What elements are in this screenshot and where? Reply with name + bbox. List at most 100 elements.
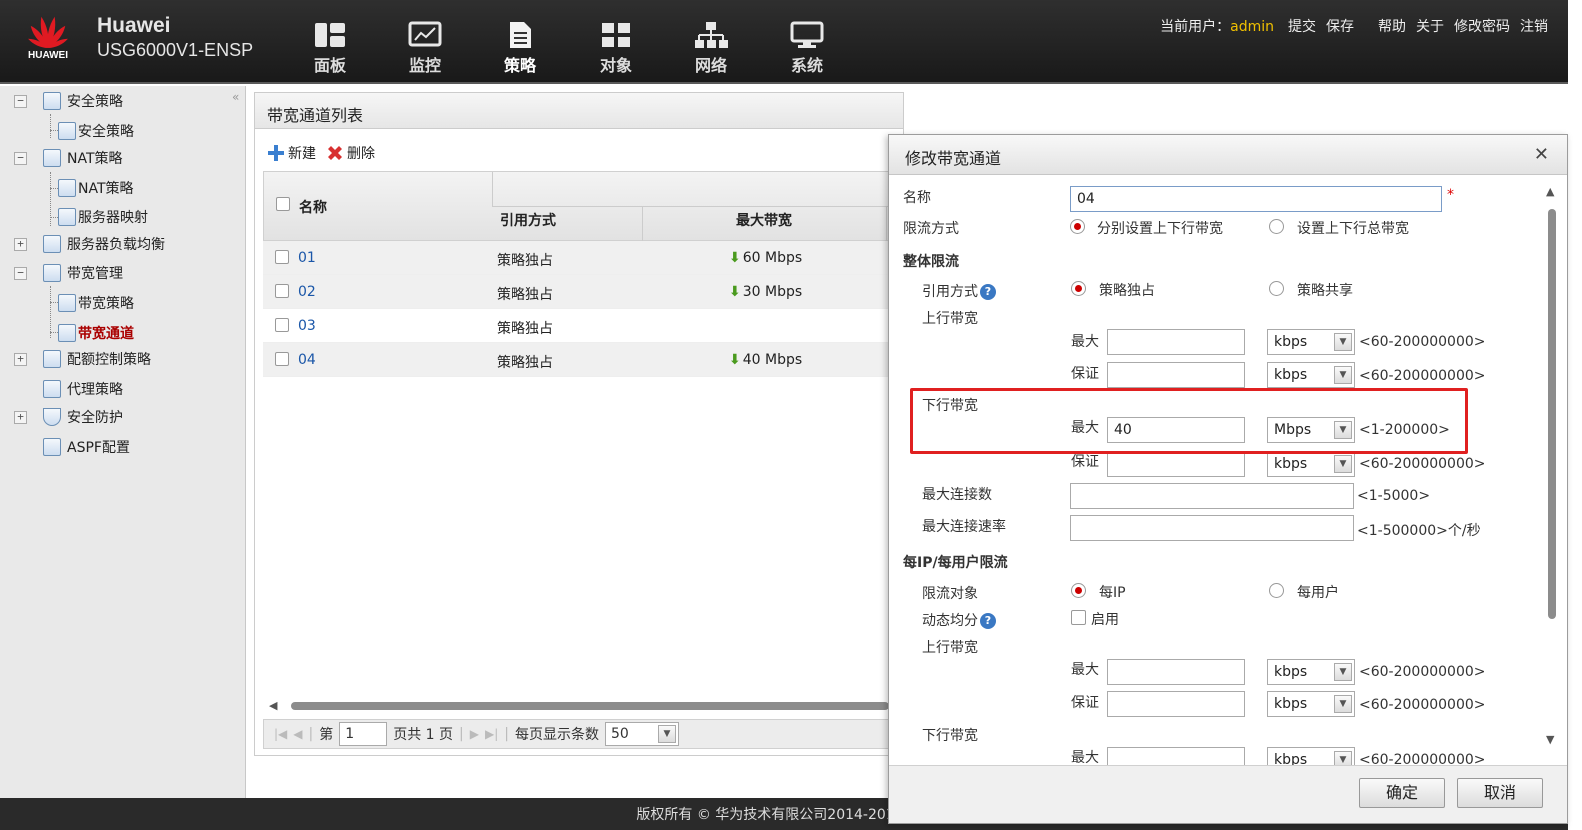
enable-label[interactable]: 启用 [1091, 609, 1119, 629]
help-icon[interactable]: ? [980, 613, 996, 629]
enable-checkbox[interactable] [1071, 610, 1086, 625]
channel-name-link[interactable]: 02 [298, 284, 316, 300]
sidebar-item-proxy-policy[interactable]: 代理策略 [43, 378, 123, 400]
commit-link[interactable]: 提交 [1288, 19, 1316, 35]
limit-mode-separate-radio[interactable] [1070, 219, 1085, 234]
ref-mode-exclusive-label[interactable]: 策略独占 [1099, 280, 1155, 300]
max-conn-rate-input[interactable] [1070, 515, 1354, 541]
limit-target-ip-label[interactable]: 每IP [1099, 582, 1126, 602]
nav-policy[interactable]: 策略 [490, 20, 550, 76]
prev-page-icon[interactable]: ◀ [293, 727, 302, 741]
table-row[interactable]: 03 策略独占 [263, 309, 903, 343]
name-input[interactable]: 04 [1070, 186, 1442, 212]
sidebar-item-bandwidth-mgmt[interactable]: − 带宽管理 [14, 262, 123, 284]
column-max-bandwidth[interactable]: 最大带宽 [736, 210, 792, 230]
per-page-select[interactable]: 50 ▼ [605, 722, 679, 746]
chevron-down-icon[interactable]: ▼ [658, 725, 676, 743]
scrollbar-thumb[interactable] [291, 702, 889, 710]
ip-downlink-max-input[interactable] [1107, 747, 1245, 765]
ref-mode-shared-radio[interactable] [1269, 281, 1284, 296]
ip-downlink-max-unit-select[interactable]: kbps ▼ [1267, 747, 1355, 765]
channel-name-link[interactable]: 03 [298, 318, 316, 334]
chevron-down-icon[interactable]: ▼ [1334, 663, 1352, 681]
row-checkbox[interactable] [275, 284, 289, 298]
chevron-down-icon[interactable]: ▼ [1334, 333, 1352, 351]
uplink-guarantee-input[interactable] [1107, 362, 1245, 388]
close-icon[interactable]: ✕ [1534, 144, 1549, 165]
chevron-down-icon[interactable]: ▼ [1334, 366, 1352, 384]
chevron-down-icon[interactable]: ▼ [1334, 751, 1352, 765]
nav-network[interactable]: 网络 [681, 20, 741, 76]
select-all-checkbox[interactable] [276, 197, 290, 211]
ip-uplink-max-input[interactable] [1107, 659, 1245, 685]
chevron-down-icon[interactable]: ▼ [1334, 695, 1352, 713]
collapse-icon[interactable]: − [14, 266, 27, 280]
sidebar-item-server-lb[interactable]: + 服务器负载均衡 [14, 233, 165, 255]
uplink-guarantee-unit-select[interactable]: kbps ▼ [1267, 362, 1355, 388]
logout-link[interactable]: 注销 [1520, 19, 1548, 35]
sidebar-item-bandwidth-policy[interactable]: 带宽策略 [58, 292, 134, 314]
table-row[interactable]: 04 策略独占 ⬇ 40 Mbps [263, 343, 903, 377]
sidebar-item-bandwidth-channel[interactable]: 带宽通道 [58, 322, 134, 344]
change-password-link[interactable]: 修改密码 [1454, 19, 1510, 35]
cancel-button[interactable]: 取消 [1457, 778, 1543, 808]
ip-uplink-guarantee-input[interactable] [1107, 691, 1245, 717]
ref-mode-exclusive-radio[interactable] [1071, 281, 1086, 296]
channel-name-link[interactable]: 01 [298, 250, 316, 266]
column-name[interactable]: 名称 [299, 197, 327, 217]
scroll-down-icon[interactable]: ▼ [1546, 733, 1554, 746]
sidebar-item-security-policy[interactable]: 安全策略 [58, 120, 134, 142]
downlink-guarantee-unit-select[interactable]: kbps ▼ [1267, 451, 1355, 477]
ip-uplink-max-unit-select[interactable]: kbps ▼ [1267, 659, 1355, 685]
page-number-input[interactable]: 1 [339, 722, 388, 746]
ref-mode-shared-label[interactable]: 策略共享 [1297, 280, 1353, 300]
collapse-sidebar-icon[interactable]: « [232, 90, 239, 104]
scroll-up-icon[interactable]: ▲ [1546, 185, 1554, 198]
nav-object[interactable]: 对象 [586, 20, 646, 76]
expand-icon[interactable]: + [14, 237, 27, 251]
chevron-down-icon[interactable]: ▼ [1334, 455, 1352, 473]
limit-mode-total-radio[interactable] [1269, 219, 1284, 234]
sidebar-item-security-policy-group[interactable]: − 安全策略 [14, 90, 123, 112]
horizontal-scrollbar[interactable]: ◀ [269, 699, 889, 712]
limit-mode-separate-label[interactable]: 分别设置上下行带宽 [1097, 218, 1223, 238]
collapse-icon[interactable]: − [14, 94, 27, 108]
max-connections-input[interactable] [1070, 483, 1354, 509]
nav-system[interactable]: 系统 [777, 20, 837, 76]
help-link[interactable]: 帮助 [1378, 19, 1406, 35]
nav-monitor[interactable]: 监控 [395, 20, 455, 76]
limit-mode-total-label[interactable]: 设置上下行总带宽 [1297, 218, 1409, 238]
scrollbar-thumb[interactable] [1548, 209, 1556, 619]
row-checkbox[interactable] [275, 318, 289, 332]
downlink-guarantee-input[interactable] [1107, 451, 1245, 477]
vertical-scrollbar[interactable]: ▲ ▼ [1545, 185, 1559, 746]
uplink-max-input[interactable] [1107, 329, 1245, 355]
new-button[interactable]: 新建 [267, 143, 316, 163]
scroll-left-icon[interactable]: ◀ [269, 699, 277, 712]
delete-button[interactable]: 删除 [326, 143, 375, 163]
row-checkbox[interactable] [275, 352, 289, 366]
next-page-icon[interactable]: ▶ [470, 727, 479, 741]
table-row[interactable]: 01 策略独占 ⬇ 60 Mbps [263, 241, 903, 275]
collapse-icon[interactable]: − [14, 151, 27, 165]
limit-target-user-label[interactable]: 每用户 [1297, 582, 1339, 602]
save-link[interactable]: 保存 [1326, 19, 1354, 35]
sidebar-item-aspf[interactable]: ASPF配置 [43, 436, 130, 458]
ip-uplink-guarantee-unit-select[interactable]: kbps ▼ [1267, 691, 1355, 717]
sidebar-item-nat-policy[interactable]: NAT策略 [58, 177, 134, 199]
sidebar-item-nat-policy-group[interactable]: − NAT策略 [14, 147, 123, 169]
expand-icon[interactable]: + [14, 410, 27, 424]
first-page-icon[interactable]: |◀ [274, 727, 287, 741]
table-row[interactable]: 02 策略独占 ⬇ 30 Mbps [263, 275, 903, 309]
uplink-max-unit-select[interactable]: kbps ▼ [1267, 329, 1355, 355]
ok-button[interactable]: 确定 [1359, 778, 1445, 808]
nav-dashboard[interactable]: 面板 [300, 20, 360, 76]
help-icon[interactable]: ? [980, 284, 996, 300]
sidebar-item-server-mapping[interactable]: 服务器映射 [58, 206, 148, 228]
row-checkbox[interactable] [275, 250, 289, 264]
sidebar-item-security-protection[interactable]: + 安全防护 [14, 406, 123, 428]
sidebar-item-quota-control[interactable]: + 配额控制策略 [14, 348, 151, 370]
limit-target-user-radio[interactable] [1269, 583, 1284, 598]
about-link[interactable]: 关于 [1416, 19, 1444, 35]
last-page-icon[interactable]: ▶| [485, 727, 498, 741]
